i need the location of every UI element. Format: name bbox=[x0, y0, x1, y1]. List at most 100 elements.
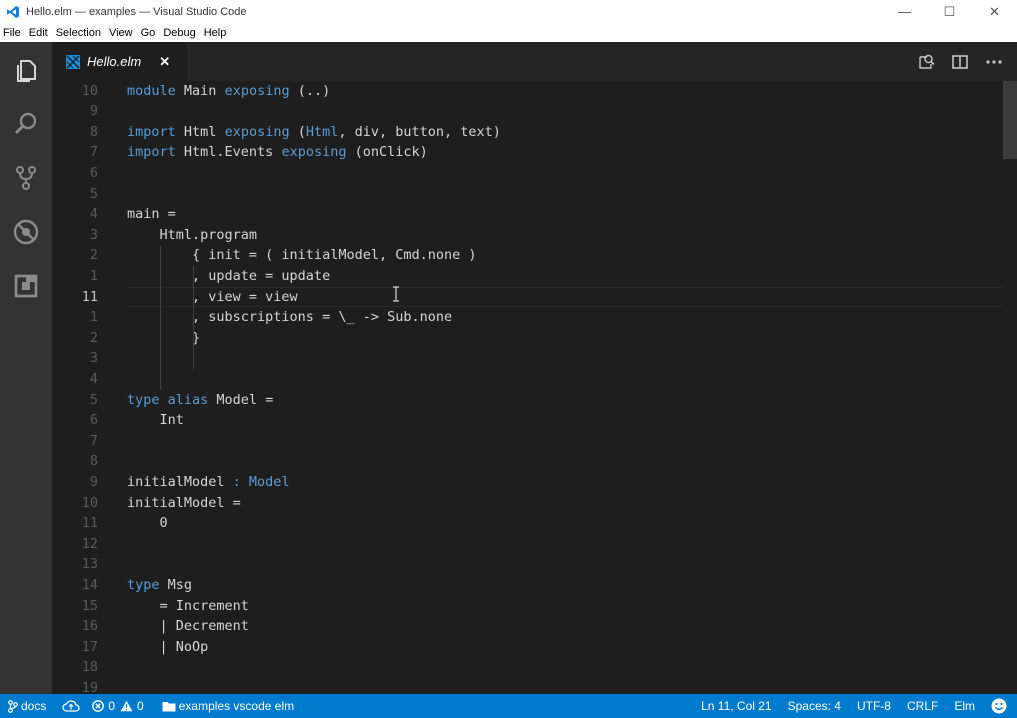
code-line[interactable]: 7 import Html.Events exposing (onClick) bbox=[52, 142, 1017, 163]
code-line[interactable]: 8 import Html exposing (Html, div, button… bbox=[52, 122, 1017, 143]
code-line[interactable]: 8 bbox=[52, 451, 1017, 472]
menu-debug[interactable]: Debug bbox=[159, 27, 199, 39]
code-text: type alias Model = bbox=[127, 390, 273, 411]
maximize-button[interactable]: ☐ bbox=[927, 0, 972, 23]
code-text: , view = view bbox=[127, 287, 298, 308]
code-line[interactable]: 7 bbox=[52, 431, 1017, 452]
code-text: initialModel : Model bbox=[127, 472, 290, 493]
debug-icon[interactable] bbox=[10, 216, 42, 248]
code-token: 0 bbox=[127, 515, 168, 532]
eol-setting[interactable]: CRLF bbox=[907, 699, 938, 713]
code-line[interactable]: 9 initialModel : Model bbox=[52, 472, 1017, 493]
more-actions-icon[interactable] bbox=[977, 42, 1011, 81]
encoding-setting[interactable]: UTF-8 bbox=[857, 699, 891, 713]
menu-go[interactable]: Go bbox=[137, 27, 160, 39]
line-number: 7 bbox=[89, 144, 98, 161]
line-number: 4 bbox=[89, 370, 98, 387]
code-editor[interactable]: 10 module Main exposing (..) 9 8 import Html… bbox=[52, 81, 1017, 694]
source-control-icon[interactable] bbox=[10, 162, 42, 194]
code-line[interactable]: 5 type alias Model = bbox=[52, 390, 1017, 411]
code-token: initialModel bbox=[127, 473, 233, 490]
branch-indicator[interactable]: docs bbox=[8, 699, 46, 713]
line-number: 19 bbox=[81, 679, 98, 694]
vertical-scrollbar[interactable] bbox=[1003, 81, 1017, 694]
menu-help[interactable]: Help bbox=[200, 27, 231, 39]
code-text: Int bbox=[127, 410, 184, 431]
code-line[interactable]: 13 bbox=[52, 554, 1017, 575]
code-line[interactable]: 3 Html.program bbox=[52, 225, 1017, 246]
code-token: = Increment bbox=[127, 597, 249, 614]
close-window-button[interactable]: ✕ bbox=[972, 0, 1017, 23]
code-line[interactable]: 4 bbox=[52, 369, 1017, 390]
line-number: 5 bbox=[89, 391, 98, 408]
window-title: Hello.elm — examples — Visual Studio Cod… bbox=[26, 5, 247, 18]
line-number: 13 bbox=[81, 556, 98, 573]
activity-bar bbox=[0, 42, 52, 694]
problems-indicator[interactable]: 0 0 bbox=[92, 699, 144, 713]
menu-view[interactable]: View bbox=[105, 27, 137, 39]
code-line[interactable]: 12 bbox=[52, 534, 1017, 555]
code-token: , update = update bbox=[127, 267, 331, 284]
split-editor-icon[interactable] bbox=[943, 42, 977, 81]
code-line[interactable]: 5 bbox=[52, 184, 1017, 205]
minimize-button[interactable]: — bbox=[882, 0, 927, 23]
code-line[interactable]: 9 bbox=[52, 101, 1017, 122]
code-line[interactable]: 18 bbox=[52, 657, 1017, 678]
code-keyword: exposing bbox=[224, 123, 290, 140]
code-line[interactable]: 11 0 bbox=[52, 513, 1017, 534]
code-keyword: exposing bbox=[224, 82, 290, 99]
code-line[interactable]: 14 type Msg bbox=[52, 575, 1017, 596]
code-token: | NoOp bbox=[127, 638, 209, 655]
code-line[interactable]: 4 main = bbox=[52, 204, 1017, 225]
open-preview-icon[interactable] bbox=[909, 42, 943, 81]
line-number: 9 bbox=[89, 473, 98, 490]
code-token: main = bbox=[127, 206, 176, 223]
line-number: 11 bbox=[81, 288, 98, 305]
menu-selection[interactable]: Selection bbox=[52, 27, 105, 39]
line-number: 7 bbox=[89, 432, 98, 449]
code-text: , update = update bbox=[127, 266, 330, 287]
code-token: ( bbox=[289, 123, 306, 140]
code-line[interactable]: 11 , view = view bbox=[52, 286, 1017, 308]
line-number: 4 bbox=[89, 206, 98, 223]
code-token: Model = bbox=[208, 391, 274, 408]
code-token: { init = ( initialModel, Cmd.none ) bbox=[127, 247, 477, 264]
menu-edit[interactable]: Edit bbox=[25, 27, 52, 39]
code-line[interactable]: 17 | NoOp bbox=[52, 637, 1017, 658]
code-text: initialModel = bbox=[127, 493, 241, 514]
code-line[interactable]: 1 , subscriptions = \_ -> Sub.none bbox=[52, 307, 1017, 328]
folder-icon bbox=[162, 701, 176, 711]
line-number: 8 bbox=[89, 123, 98, 140]
line-number: 2 bbox=[89, 247, 98, 264]
code-line[interactable]: 6 Int bbox=[52, 410, 1017, 431]
code-line[interactable]: 16 | Decrement bbox=[52, 616, 1017, 637]
workspace-folder[interactable]: examples vscode elm bbox=[162, 699, 294, 713]
sync-button[interactable] bbox=[62, 699, 80, 713]
code-line[interactable]: 10 initialModel = bbox=[52, 493, 1017, 514]
code-line[interactable]: 2 { init = ( initialModel, Cmd.none ) bbox=[52, 245, 1017, 266]
tab-close-icon[interactable]: ✕ bbox=[159, 54, 170, 70]
explorer-icon[interactable] bbox=[10, 54, 42, 86]
line-number: 6 bbox=[89, 164, 98, 181]
warning-count: 0 bbox=[137, 699, 144, 713]
code-line[interactable]: 6 bbox=[52, 163, 1017, 184]
scrollbar-thumb[interactable] bbox=[1003, 81, 1017, 159]
code-line[interactable]: 10 module Main exposing (..) bbox=[52, 81, 1017, 101]
feedback-icon[interactable] bbox=[991, 698, 1007, 714]
indentation-setting[interactable]: Spaces: 4 bbox=[788, 699, 841, 713]
indent-guide bbox=[160, 246, 161, 390]
tab-hello-elm[interactable]: Hello.elm ✕ bbox=[52, 42, 187, 81]
code-line[interactable]: 2 } bbox=[52, 328, 1017, 349]
cloud-sync-icon bbox=[62, 699, 80, 712]
search-icon[interactable] bbox=[10, 108, 42, 140]
code-line[interactable]: 19 bbox=[52, 678, 1017, 694]
extensions-icon[interactable] bbox=[10, 270, 42, 302]
code-line[interactable]: 1 , update = update bbox=[52, 266, 1017, 287]
cursor-position[interactable]: Ln 11, Col 21 bbox=[701, 699, 772, 713]
code-text: module Main exposing (..) bbox=[127, 81, 330, 101]
code-line[interactable]: 15 = Increment bbox=[52, 596, 1017, 617]
code-line[interactable]: 3 bbox=[52, 348, 1017, 369]
menu-file[interactable]: File bbox=[0, 27, 25, 39]
folder-name: examples vscode elm bbox=[178, 699, 295, 713]
language-mode[interactable]: Elm bbox=[954, 699, 975, 713]
